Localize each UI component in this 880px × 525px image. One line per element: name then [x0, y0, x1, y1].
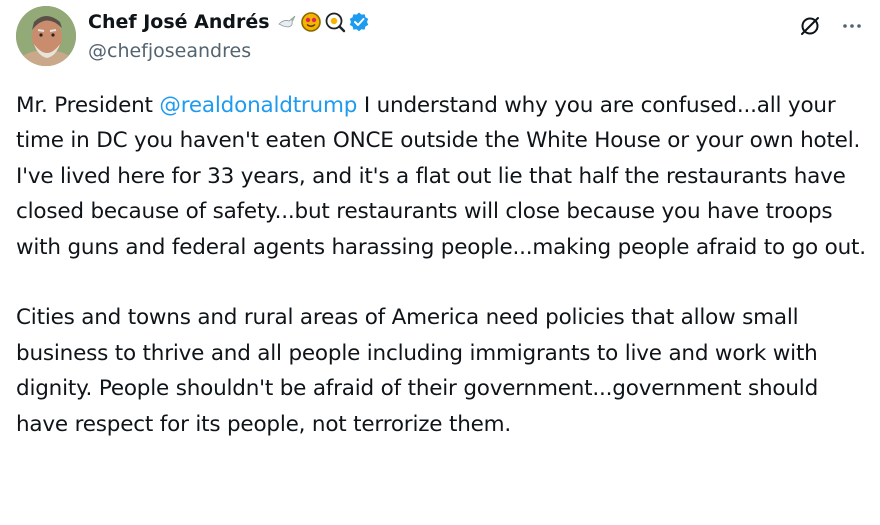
heart-eyes-face-icon — [300, 11, 322, 33]
more-horizontal-icon[interactable] — [840, 14, 864, 38]
display-name[interactable]: Chef José Andrés — [88, 11, 270, 33]
grok-slash-icon[interactable] — [798, 14, 822, 38]
post-text: Mr. President @realdonaldtrump I underst… — [16, 88, 866, 442]
post-header: Chef José Andrés @chefjoseandres — [16, 6, 864, 70]
author-names: Chef José Andrés @chefjoseandres — [88, 10, 370, 62]
display-name-row: Chef José Andrés — [88, 10, 370, 34]
verified-badge-icon[interactable] — [348, 11, 370, 33]
mention-link[interactable]: @realdonaldtrump — [159, 93, 357, 118]
dove-icon — [276, 11, 298, 33]
fried-egg-icon — [324, 11, 346, 33]
post-text-before-mention: Mr. President — [16, 93, 160, 118]
post-paragraph-2: Cities and towns and rural areas of Amer… — [16, 305, 819, 437]
post-paragraph-1: Mr. President @realdonaldtrump I underst… — [16, 88, 866, 265]
avatar-photo — [16, 6, 76, 66]
author-handle[interactable]: @chefjoseandres — [88, 40, 370, 62]
avatar[interactable] — [16, 6, 76, 66]
